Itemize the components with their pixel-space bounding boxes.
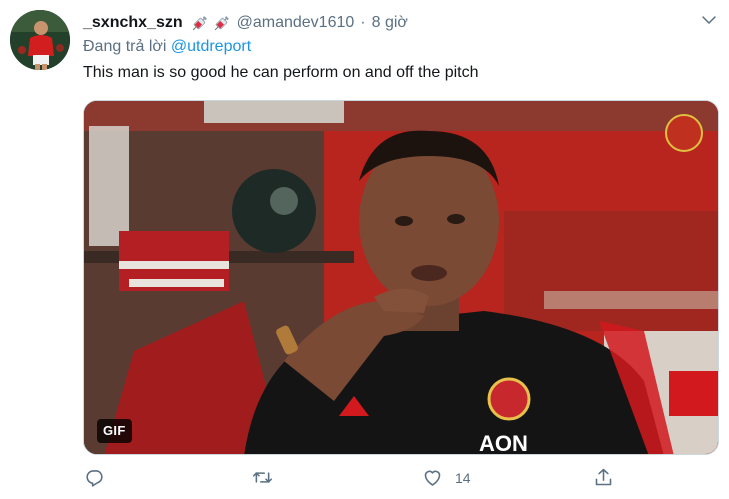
like-count: 14 bbox=[455, 469, 471, 486]
reply-context: Đang trả lời @utdreport bbox=[83, 38, 251, 56]
tweet-text: This man is so good he can perform on an… bbox=[83, 64, 479, 81]
retweet-icon bbox=[252, 472, 273, 483]
user-handle[interactable]: @amandev1610 bbox=[237, 14, 355, 32]
name-emojis bbox=[190, 14, 231, 33]
svg-text:AON: AON bbox=[479, 431, 528, 455]
avatar[interactable] bbox=[10, 10, 70, 70]
reply-prefix: Đang trả lời bbox=[83, 38, 171, 55]
chevron-down-icon[interactable] bbox=[700, 11, 718, 29]
tweet-actions: 14 bbox=[83, 467, 643, 493]
tweet-header: _sxnchx_szn @amandev1610 · 8 giờ bbox=[83, 12, 408, 34]
reply-icon bbox=[86, 470, 103, 487]
syringe-emoji-icon bbox=[214, 15, 229, 30]
reply-mention-link[interactable]: @utdreport bbox=[171, 38, 251, 55]
heart-icon bbox=[424, 470, 441, 486]
share-button[interactable] bbox=[593, 467, 626, 488]
reply-button[interactable] bbox=[85, 467, 118, 488]
gif-badge: GIF bbox=[97, 419, 132, 443]
separator-dot: · bbox=[360, 14, 366, 31]
tweet-card[interactable]: _sxnchx_szn @amandev1610 · 8 giờ Đang tr… bbox=[0, 0, 729, 499]
gif-frame: AON bbox=[84, 101, 718, 455]
share-icon bbox=[595, 468, 612, 486]
syringe-emoji-icon bbox=[192, 15, 207, 30]
like-button[interactable]: 14 bbox=[422, 467, 471, 488]
retweet-button[interactable] bbox=[252, 467, 285, 488]
gif-media[interactable]: AON bbox=[83, 100, 719, 455]
timestamp[interactable]: 8 giờ bbox=[372, 14, 408, 32]
display-name[interactable]: _sxnchx_szn bbox=[83, 14, 183, 32]
